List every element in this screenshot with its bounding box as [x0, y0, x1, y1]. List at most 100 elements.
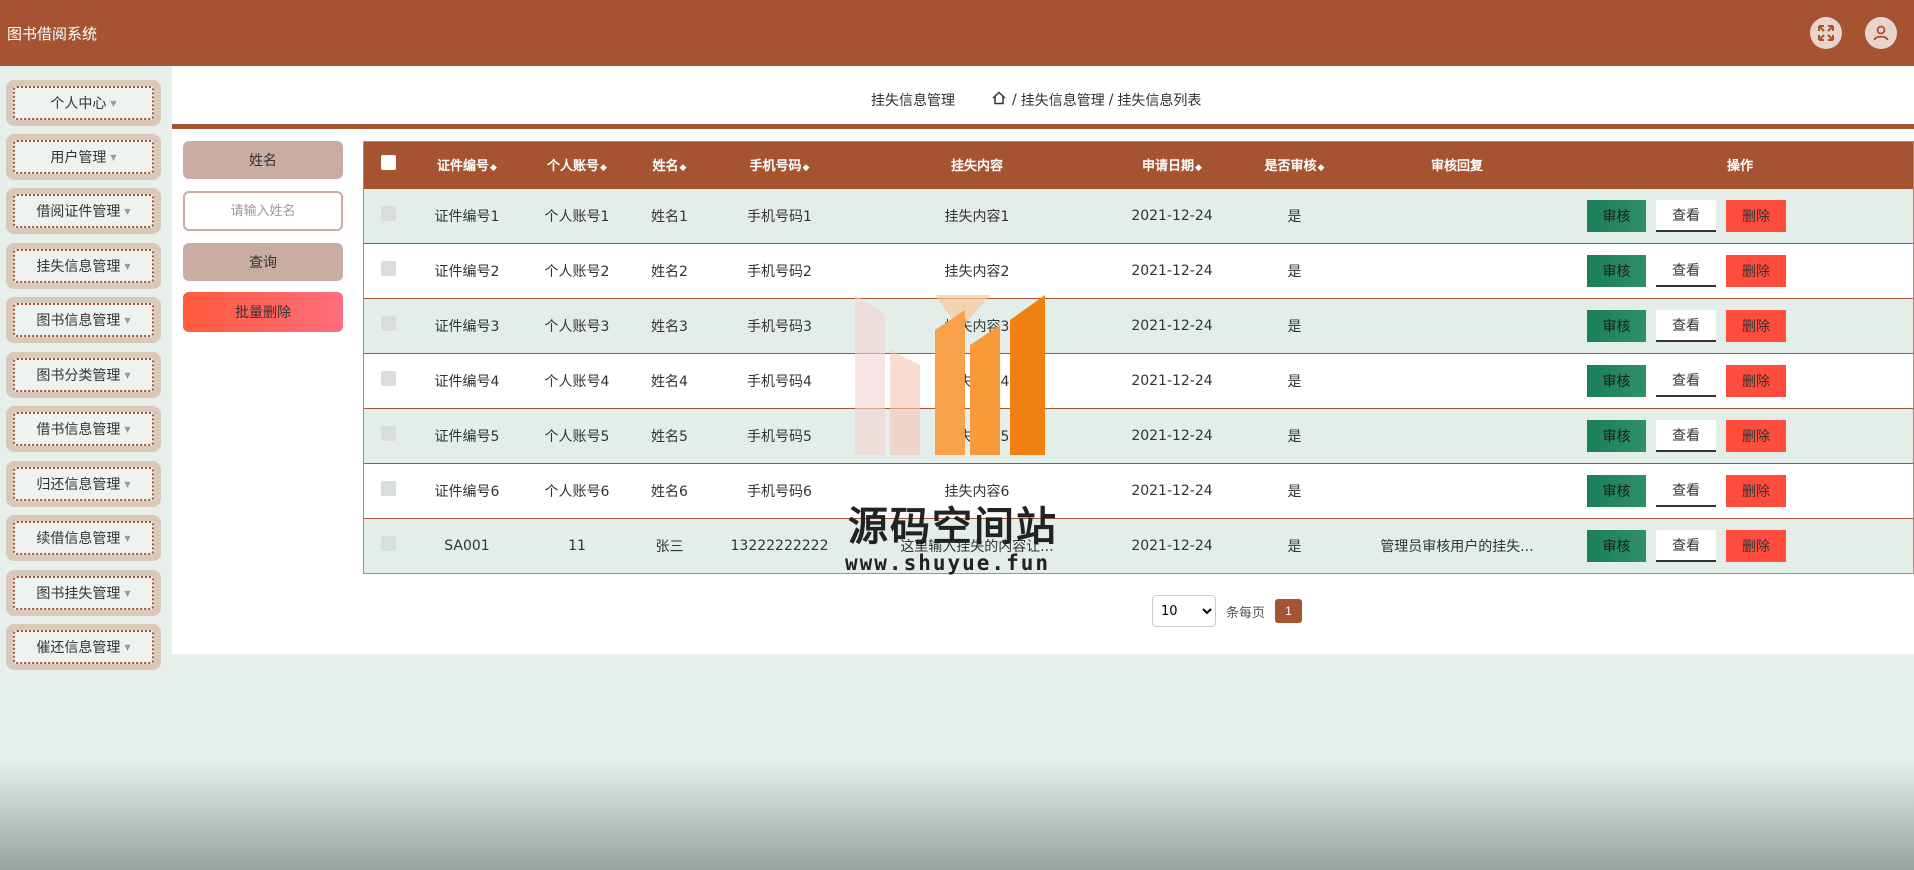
sidebar-item-label: 图书分类管理 — [36, 368, 121, 384]
cell-name: 姓名4 — [651, 373, 688, 390]
sidebar-item-book-info-management[interactable]: 图书信息管理 ▼ — [6, 297, 161, 343]
cell-actions: 审核 查看 删除 — [1567, 518, 1913, 573]
cell-actions: 审核 查看 删除 — [1567, 243, 1913, 298]
cell-reply — [1347, 298, 1567, 353]
sidebar-item-reminder-info-management[interactable]: 催还信息管理 ▼ — [6, 624, 161, 670]
view-button[interactable]: 查看 — [1656, 529, 1716, 562]
view-button[interactable]: 查看 — [1656, 474, 1716, 507]
row-checkbox[interactable] — [380, 371, 396, 386]
cell-phone: 手机号码3 — [747, 318, 812, 335]
table-row: SA001 11 张三 13222222222 这里输入挂失的内容让... 2021-12… — [364, 518, 1913, 573]
delete-button[interactable]: 删除 — [1726, 529, 1786, 562]
row-checkbox[interactable] — [380, 426, 396, 441]
sidebar-item-label: 图书挂失管理 — [36, 586, 121, 602]
column-header[interactable]: 申请日期◆ — [1102, 142, 1242, 188]
batch-delete-button[interactable]: 批量删除 — [183, 292, 343, 332]
column-header: 挂失内容 — [950, 159, 1003, 175]
view-button[interactable]: 查看 — [1656, 419, 1716, 452]
cell-date: 2021-12-24 — [1131, 317, 1213, 334]
view-button[interactable]: 查看 — [1656, 254, 1716, 287]
row-checkbox[interactable] — [380, 206, 396, 221]
sidebar-item-return-info-management[interactable]: 归还信息管理 ▼ — [6, 461, 161, 507]
view-button[interactable]: 查看 — [1656, 309, 1716, 342]
cell-name: 姓名1 — [651, 208, 688, 225]
sidebar-item-renew-info-management[interactable]: 续借信息管理 ▼ — [6, 515, 161, 561]
audit-button[interactable]: 审核 — [1587, 419, 1646, 452]
delete-button[interactable]: 删除 — [1726, 419, 1786, 452]
caret-down-icon: ▼ — [124, 533, 131, 543]
row-checkbox[interactable] — [380, 481, 396, 496]
row-checkbox[interactable] — [380, 536, 396, 552]
delete-button[interactable]: 删除 — [1726, 199, 1786, 232]
cell-content: 挂失内容4 — [944, 373, 1010, 390]
cell-account: 个人账号1 — [544, 208, 610, 225]
cell-id: 证件编号6 — [434, 483, 500, 500]
row-checkbox[interactable] — [380, 316, 396, 331]
cell-reply — [1347, 243, 1567, 298]
breadcrumb-separator: / — [1012, 92, 1017, 108]
view-button[interactable]: 查看 — [1656, 199, 1716, 232]
cell-phone: 手机号码6 — [747, 483, 812, 500]
audit-button[interactable]: 审核 — [1587, 364, 1646, 397]
search-name-input[interactable] — [183, 191, 343, 231]
caret-down-icon: ▼ — [124, 424, 131, 434]
cell-audited: 是 — [1287, 373, 1302, 390]
select-all-checkbox[interactable] — [380, 155, 396, 171]
column-header: 审核回复 — [1430, 159, 1483, 175]
row-select-cell — [364, 188, 412, 243]
caret-down-icon: ▼ — [110, 152, 117, 162]
cell-reply — [1347, 463, 1567, 518]
column-header[interactable]: 手机号码◆ — [707, 142, 852, 188]
delete-button[interactable]: 删除 — [1726, 254, 1786, 287]
query-button[interactable]: 查询 — [183, 243, 343, 281]
sidebar-item-user-management[interactable]: 用户管理 ▼ — [6, 134, 161, 180]
divider — [172, 124, 1914, 129]
cell-audited: 是 — [1287, 263, 1302, 280]
delete-button[interactable]: 删除 — [1726, 474, 1786, 507]
sidebar-item-loss-report-management[interactable]: 挂失信息管理 ▼ — [6, 243, 161, 289]
audit-button[interactable]: 审核 — [1587, 529, 1646, 562]
fullscreen-icon[interactable] — [1810, 17, 1842, 49]
row-select-cell — [364, 518, 412, 573]
column-header[interactable]: 是否审核◆ — [1242, 142, 1347, 188]
cell-name: 姓名6 — [651, 483, 688, 500]
cell-actions: 审核 查看 删除 — [1567, 353, 1913, 408]
audit-button[interactable]: 审核 — [1587, 309, 1646, 342]
audit-button[interactable]: 审核 — [1587, 199, 1646, 232]
per-page-label: 条每页 — [1226, 605, 1266, 621]
cell-date: 2021-12-24 — [1131, 482, 1213, 499]
data-table: 证件编号◆ 个人账号◆ 姓名◆ 手机号码◆ 挂失内容 申请日期◆ 是否审核◆ 审… — [363, 141, 1914, 574]
audit-button[interactable]: 审核 — [1587, 474, 1646, 507]
cell-content: 挂失内容3 — [944, 318, 1010, 335]
page-size-select[interactable]: 10 — [1152, 595, 1216, 627]
cell-audited: 是 — [1287, 208, 1302, 225]
breadcrumb-item[interactable]: 挂失信息管理 — [1021, 90, 1105, 110]
sidebar-item-borrow-info-management[interactable]: 借书信息管理 ▼ — [6, 406, 161, 452]
breadcrumb-item: 挂失信息列表 — [1117, 93, 1202, 109]
row-select-cell — [364, 353, 412, 408]
page-title: 挂失信息管理 — [871, 93, 955, 109]
sidebar-item-book-loss-management[interactable]: 图书挂失管理 ▼ — [6, 570, 161, 616]
user-icon[interactable] — [1865, 17, 1897, 49]
sort-icon: ◆ — [600, 163, 607, 174]
cell-content: 挂失内容5 — [944, 428, 1010, 445]
view-button[interactable]: 查看 — [1656, 364, 1716, 397]
cell-date: 2021-12-24 — [1131, 427, 1213, 444]
home-icon[interactable] — [992, 91, 1006, 109]
sidebar-item-certificate-management[interactable]: 借阅证件管理 ▼ — [6, 188, 161, 234]
delete-button[interactable]: 删除 — [1726, 309, 1786, 342]
column-header[interactable]: 姓名◆ — [632, 142, 707, 188]
column-header[interactable]: 个人账号◆ — [522, 142, 632, 188]
cell-account: 11 — [568, 537, 586, 554]
row-select-cell — [364, 243, 412, 298]
cell-id: 证件编号3 — [434, 318, 500, 335]
delete-button[interactable]: 删除 — [1726, 364, 1786, 397]
cell-date: 2021-12-24 — [1131, 372, 1213, 389]
row-checkbox[interactable] — [380, 261, 396, 276]
sidebar-item-personal-center[interactable]: 个人中心 ▼ — [6, 80, 161, 126]
sidebar-item-book-category-management[interactable]: 图书分类管理 ▼ — [6, 352, 161, 398]
page-number-button[interactable]: 1 — [1275, 599, 1303, 623]
column-header[interactable]: 证件编号◆ — [412, 142, 522, 188]
table-row: 证件编号3 个人账号3 姓名3 手机号码3 挂失内容3 2021-12-24 是 审核 查看 删除 — [364, 298, 1913, 353]
audit-button[interactable]: 审核 — [1587, 254, 1646, 287]
